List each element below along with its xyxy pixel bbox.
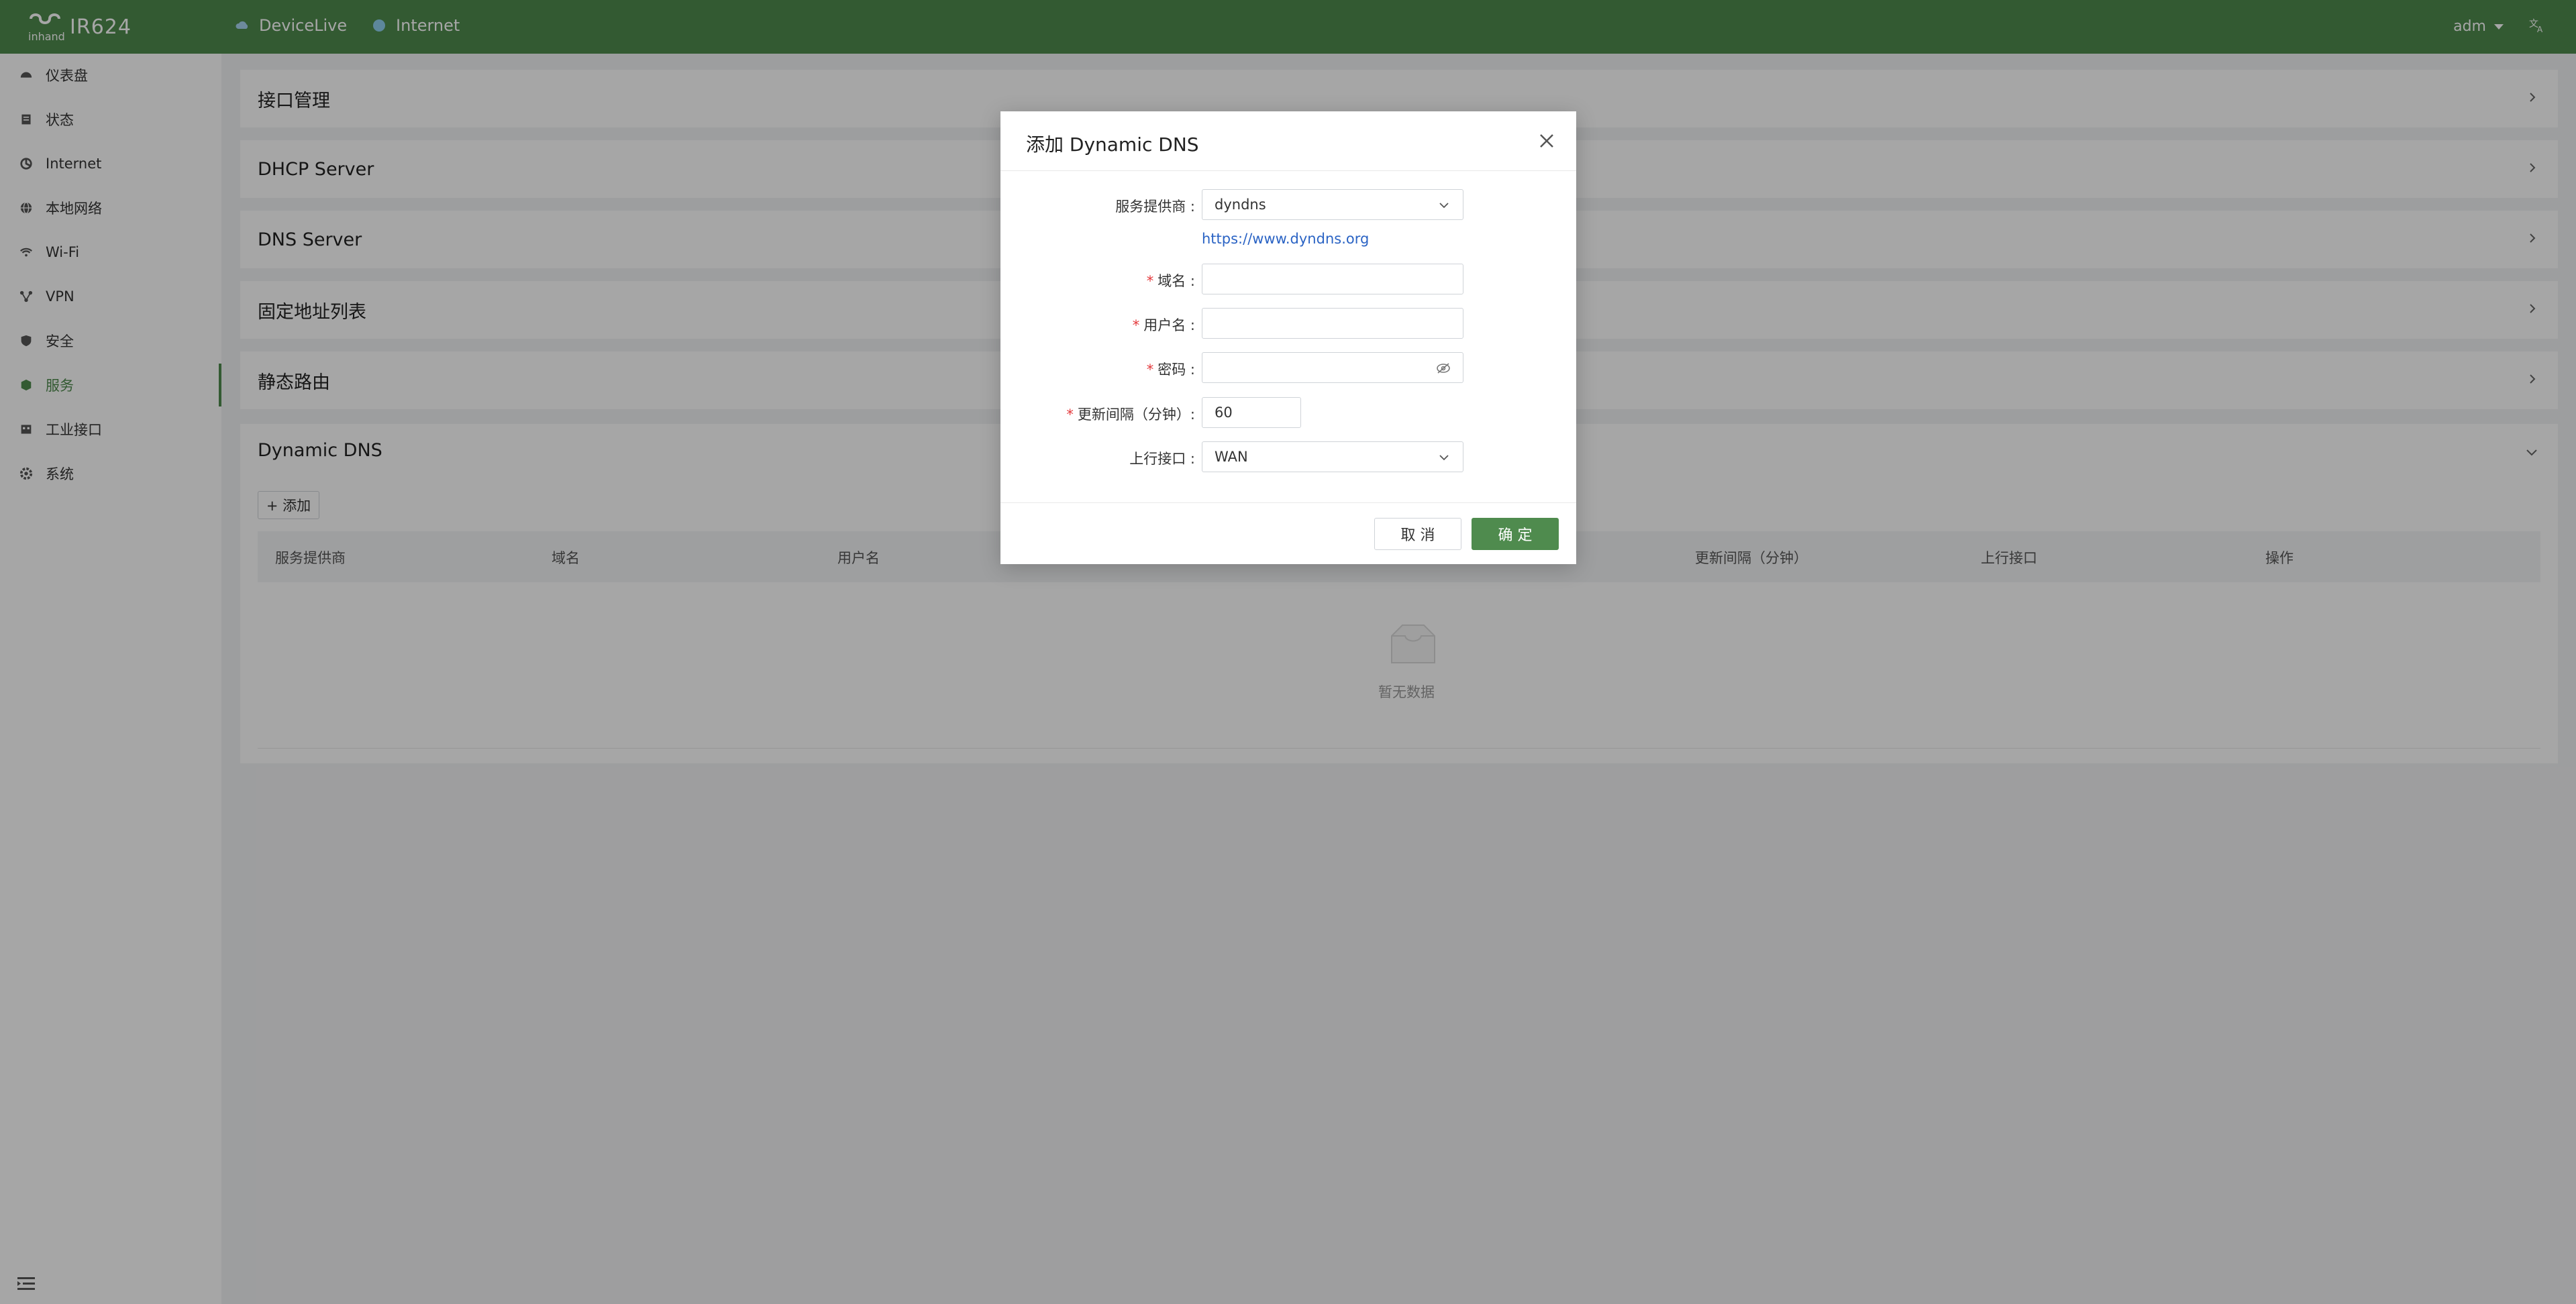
interval-input[interactable]: 60 xyxy=(1202,397,1301,428)
chevron-down-icon xyxy=(1439,203,1449,209)
uplink-select[interactable]: WAN xyxy=(1202,441,1463,472)
username-label: * 用户名 : xyxy=(1132,317,1195,333)
provider-website-link[interactable]: https://www.dyndns.org xyxy=(1202,231,1369,247)
eye-invisible-icon[interactable] xyxy=(1436,362,1451,375)
dialog-header-divider xyxy=(1000,170,1576,171)
domain-input[interactable] xyxy=(1202,264,1463,294)
add-ddns-dialog: 添加 Dynamic DNS 服务提供商 : dyndns https://ww… xyxy=(1000,111,1576,564)
password-input[interactable] xyxy=(1202,352,1463,383)
provider-select[interactable]: dyndns xyxy=(1202,189,1463,220)
uplink-label: 上行接口 : xyxy=(1129,451,1195,467)
confirm-button[interactable]: 确 定 xyxy=(1472,518,1559,550)
domain-label: * 域名 : xyxy=(1146,273,1195,289)
chevron-down-icon xyxy=(1439,455,1449,461)
provider-label: 服务提供商 : xyxy=(1115,199,1195,215)
password-label: * 密码 : xyxy=(1146,362,1195,378)
username-input[interactable] xyxy=(1202,308,1463,339)
dialog-footer-divider xyxy=(1000,502,1576,503)
cancel-button[interactable]: 取 消 xyxy=(1374,518,1461,550)
close-icon[interactable] xyxy=(1537,131,1556,150)
dialog-title: 添加 Dynamic DNS xyxy=(1026,133,1199,156)
interval-label: * 更新间隔（分钟）: xyxy=(1066,406,1195,423)
